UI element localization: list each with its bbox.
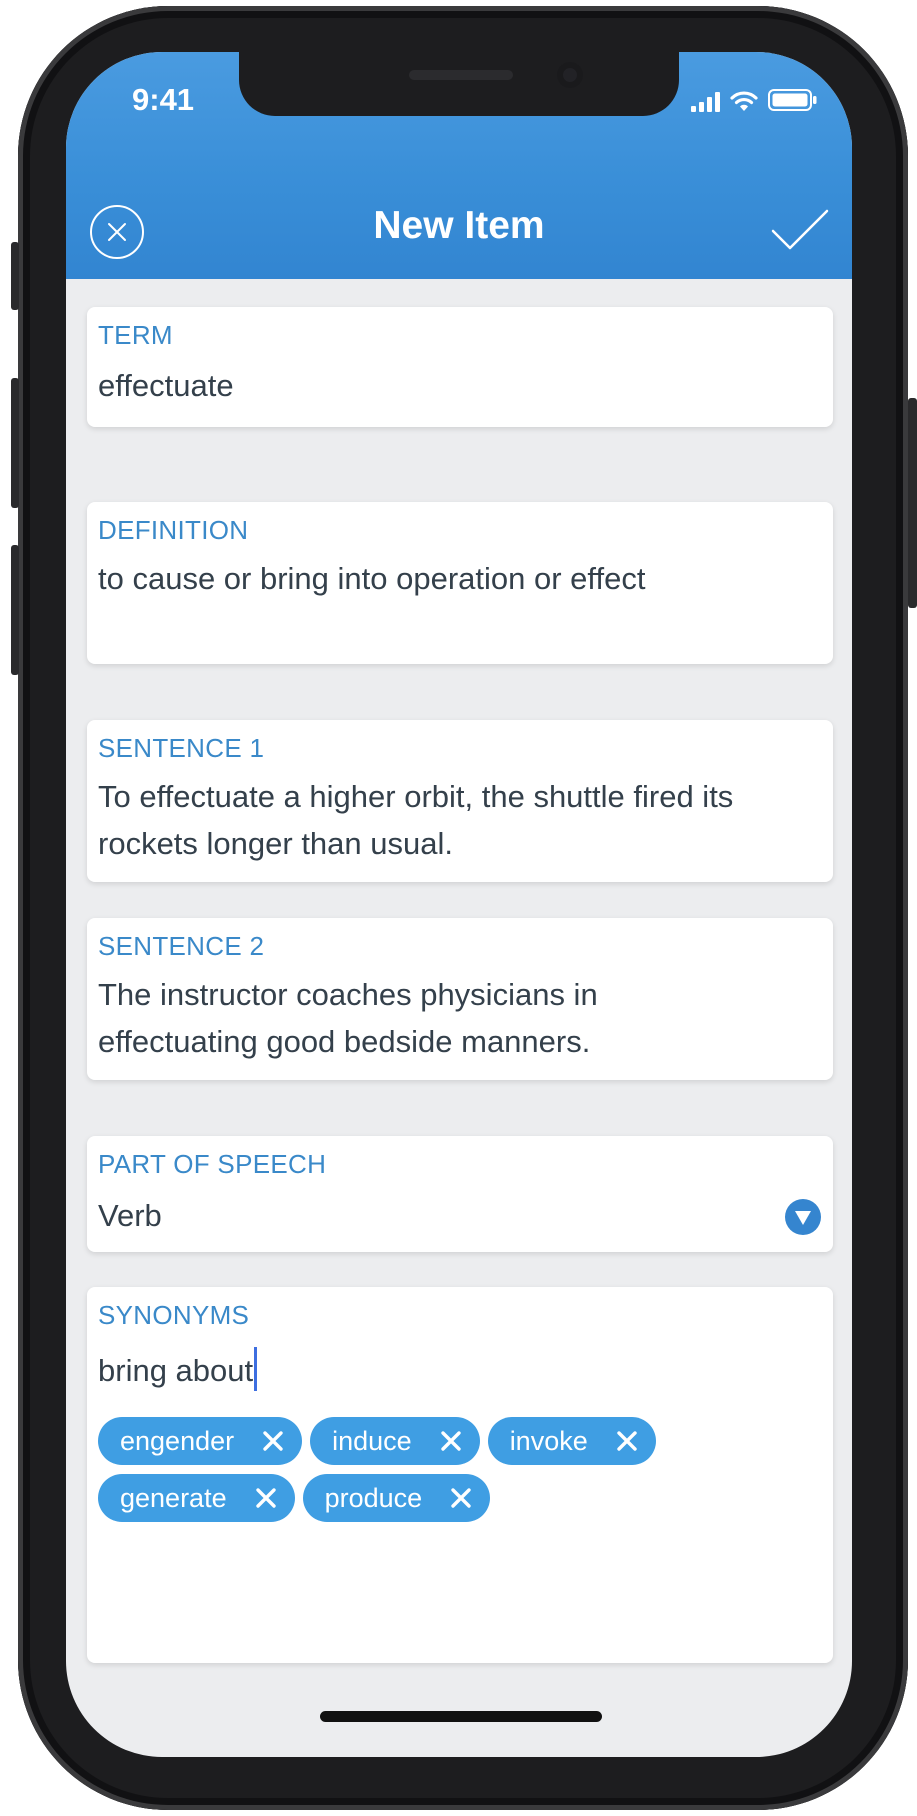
term-input[interactable]: effectuate [98, 363, 234, 409]
sentence-2-line-1[interactable]: The instructor coaches physicians in [98, 972, 598, 1018]
power-button [908, 398, 917, 608]
synonyms-input[interactable]: bring about [98, 1347, 258, 1394]
page-title: New Item [373, 204, 545, 247]
synonym-chip[interactable]: generate [98, 1474, 295, 1522]
definition-input[interactable]: to cause or bring into operation or effe… [98, 556, 645, 602]
sentence-1-line-2[interactable]: rockets longer than usual. [98, 821, 453, 867]
front-camera [557, 62, 583, 88]
chip-label: produce [324, 1482, 423, 1513]
part-of-speech-card[interactable]: PART OF SPEECH Verb [87, 1136, 833, 1252]
term-card[interactable]: TERM effectuate [87, 307, 833, 427]
definition-card[interactable]: DEFINITION to cause or bring into operat… [87, 502, 833, 664]
header-bar: 9:41 New Item [66, 52, 852, 279]
mute-switch [11, 242, 19, 310]
synonyms-card[interactable]: SYNONYMS bring about engender induce inv… [87, 1287, 833, 1663]
remove-chip-icon[interactable] [450, 1487, 472, 1509]
sentence-2-card[interactable]: SENTENCE 2 The instructor coaches physic… [87, 918, 833, 1080]
synonym-chip[interactable]: produce [302, 1474, 491, 1522]
chip-label: generate [120, 1482, 227, 1513]
volume-up-button [11, 378, 19, 508]
sentence-2-line-2[interactable]: effectuating good bedside manners. [98, 1019, 590, 1065]
chip-label: invoke [509, 1425, 588, 1456]
sentence-1-line-1[interactable]: To effectuate a higher orbit, the shuttl… [98, 774, 733, 820]
screen: 9:41 New Item TERM effectuate DEFINITION… [66, 52, 852, 1757]
synonyms-input-text: bring about [98, 1353, 254, 1388]
text-cursor [254, 1347, 258, 1391]
status-icons [691, 88, 818, 112]
speaker [409, 70, 513, 80]
home-indicator[interactable] [320, 1711, 602, 1722]
synonym-chip[interactable]: induce [310, 1417, 480, 1465]
part-of-speech-select[interactable]: Verb [98, 1193, 162, 1239]
synonym-chip[interactable]: invoke [487, 1417, 656, 1465]
battery-icon [768, 89, 817, 111]
volume-down-button [11, 545, 19, 675]
chip-label: engender [120, 1425, 235, 1456]
chip-label: induce [332, 1425, 412, 1456]
wifi-icon [730, 91, 758, 111]
dropdown-arrow-icon[interactable] [785, 1199, 821, 1235]
remove-chip-icon[interactable] [262, 1430, 284, 1452]
checkmark-icon [771, 209, 829, 250]
sentence-2-label: SENTENCE 2 [98, 931, 265, 961]
remove-chip-icon[interactable] [616, 1430, 638, 1452]
part-of-speech-label: PART OF SPEECH [98, 1149, 327, 1179]
notch [239, 52, 679, 116]
synonym-chips: engender induce invoke generate produce [98, 1417, 818, 1522]
synonyms-label: SYNONYMS [98, 1300, 250, 1330]
sentence-1-card[interactable]: SENTENCE 1 To effectuate a higher orbit,… [87, 720, 833, 882]
definition-label: DEFINITION [98, 515, 249, 545]
term-label: TERM [98, 320, 173, 350]
confirm-button[interactable] [770, 207, 830, 255]
signal-icon [691, 92, 720, 112]
sentence-1-label: SENTENCE 1 [98, 733, 265, 763]
synonym-chip[interactable]: engender [98, 1417, 303, 1465]
remove-chip-icon[interactable] [440, 1430, 462, 1452]
remove-chip-icon[interactable] [255, 1487, 277, 1509]
status-time: 9:41 [132, 82, 195, 117]
